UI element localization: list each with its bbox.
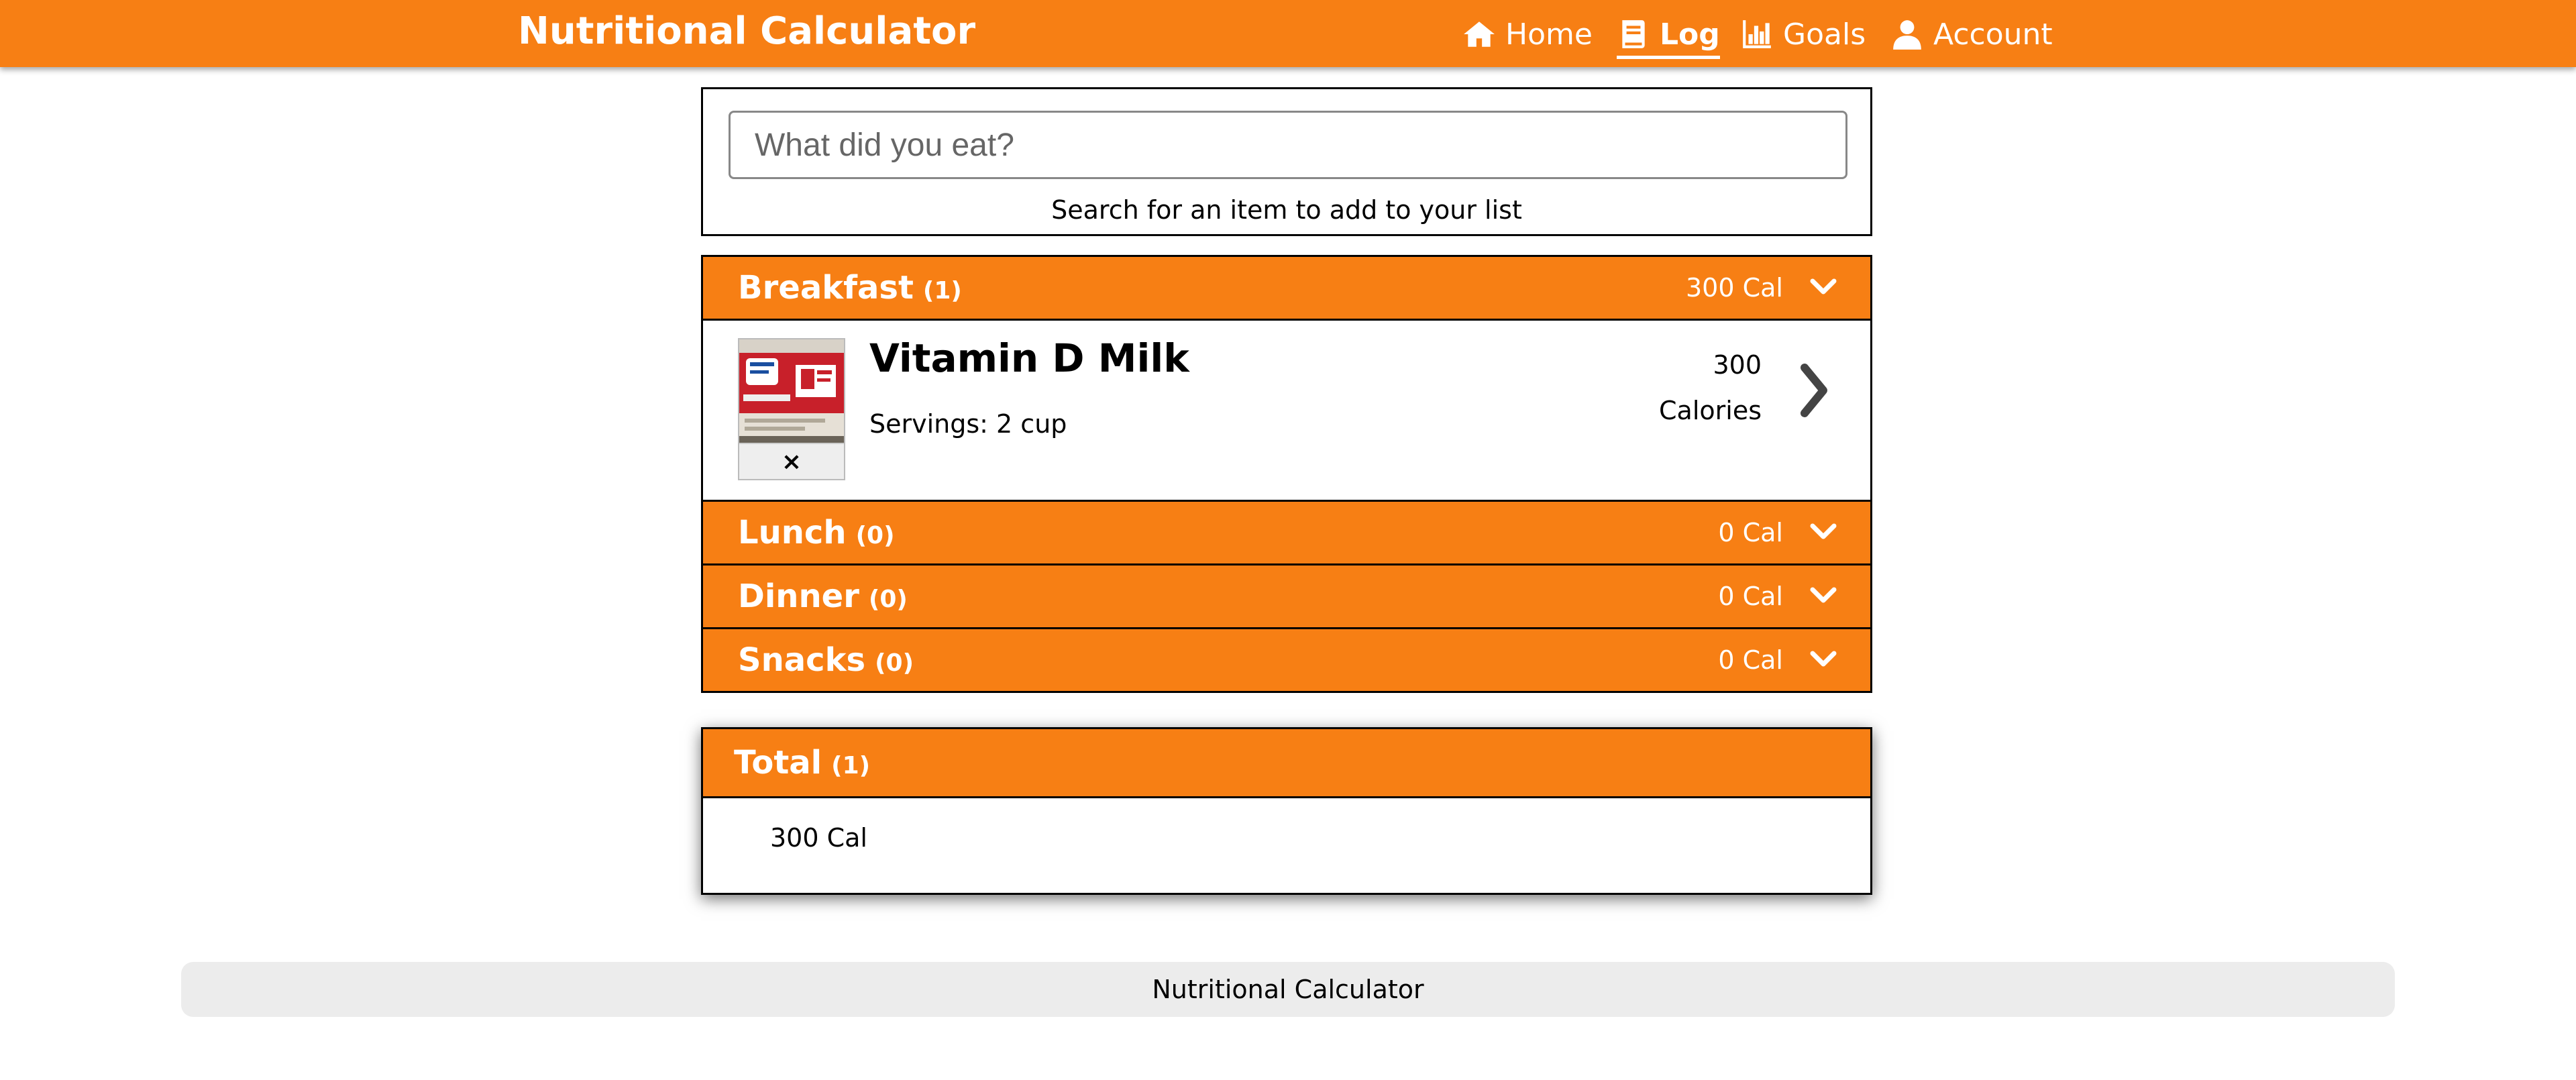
chevron-down-icon[interactable] — [1810, 584, 1837, 608]
chevron-down-icon[interactable] — [1810, 276, 1837, 300]
meal-calories: 0 Cal — [1718, 582, 1783, 611]
chevron-right-icon[interactable] — [1798, 361, 1831, 420]
meal-name: Dinner — [738, 578, 859, 615]
search-panel: Search for an item to add to your list — [701, 87, 1872, 236]
total-title: Total — [734, 744, 822, 781]
meal-header-breakfast[interactable]: Breakfast (1) 300 Cal — [701, 255, 1872, 321]
nav-account-label: Account — [1933, 17, 2053, 52]
total-calories: 300 Cal — [770, 823, 867, 853]
meal-calories: 0 Cal — [1718, 518, 1783, 547]
bar-chart-icon — [1743, 20, 1771, 48]
meal-calories: 300 Cal — [1686, 273, 1783, 303]
nav-goals[interactable]: Goals — [1740, 11, 1866, 58]
meal-list: Breakfast (1) 300 Cal × Vitamin D Milk S… — [701, 255, 1872, 693]
meal-calories: 0 Cal — [1718, 645, 1783, 675]
home-icon — [1464, 21, 1495, 47]
meal-header-dinner[interactable]: Dinner (0) 0 Cal — [701, 563, 1872, 629]
chevron-down-icon[interactable] — [1810, 648, 1837, 672]
meal-header-snacks[interactable]: Snacks (0) 0 Cal — [701, 627, 1872, 693]
food-calories-value: 300 — [1713, 350, 1762, 380]
meal-count: (0) — [855, 522, 895, 549]
app-brand[interactable]: Nutritional Calculator — [518, 8, 975, 55]
nav-home[interactable]: Home — [1462, 11, 1593, 58]
nav-account[interactable]: Account — [1890, 11, 2053, 58]
remove-item-button[interactable]: × — [739, 443, 844, 479]
top-navbar: Nutritional Calculator Home Log Goals Ac… — [0, 0, 2576, 67]
nav-log[interactable]: Log — [1617, 11, 1720, 59]
meal-count: (0) — [868, 586, 908, 613]
footer: Nutritional Calculator — [181, 962, 2395, 1017]
meal-count: (1) — [922, 277, 962, 305]
search-help-text: Search for an item to add to your list — [1051, 195, 1522, 225]
meal-count: (0) — [875, 649, 914, 677]
food-thumbnail: × — [738, 338, 845, 480]
total-panel: Total (1) 300 Cal — [701, 727, 1872, 895]
total-header: Total (1) — [703, 729, 1870, 798]
meal-name: Lunch — [738, 514, 847, 551]
meal-body-breakfast: × Vitamin D Milk Servings: 2 cup 300 Cal… — [701, 321, 1872, 502]
user-icon — [1893, 20, 1921, 50]
food-calories-unit: Calories — [1659, 396, 1762, 425]
milk-carton-image — [739, 339, 844, 443]
food-servings: Servings: 2 cup — [869, 409, 1067, 439]
meal-name: Breakfast — [738, 269, 914, 307]
nav-goals-label: Goals — [1783, 17, 1866, 52]
book-icon — [1622, 20, 1645, 48]
total-count: (1) — [831, 752, 871, 779]
food-name[interactable]: Vitamin D Milk — [869, 335, 1189, 381]
nav-log-label: Log — [1660, 17, 1720, 52]
nav-home-label: Home — [1505, 17, 1593, 52]
chevron-down-icon[interactable] — [1810, 521, 1837, 545]
meal-header-lunch[interactable]: Lunch (0) 0 Cal — [701, 500, 1872, 565]
food-search-input[interactable] — [729, 111, 1847, 179]
meal-name: Snacks — [738, 641, 866, 679]
